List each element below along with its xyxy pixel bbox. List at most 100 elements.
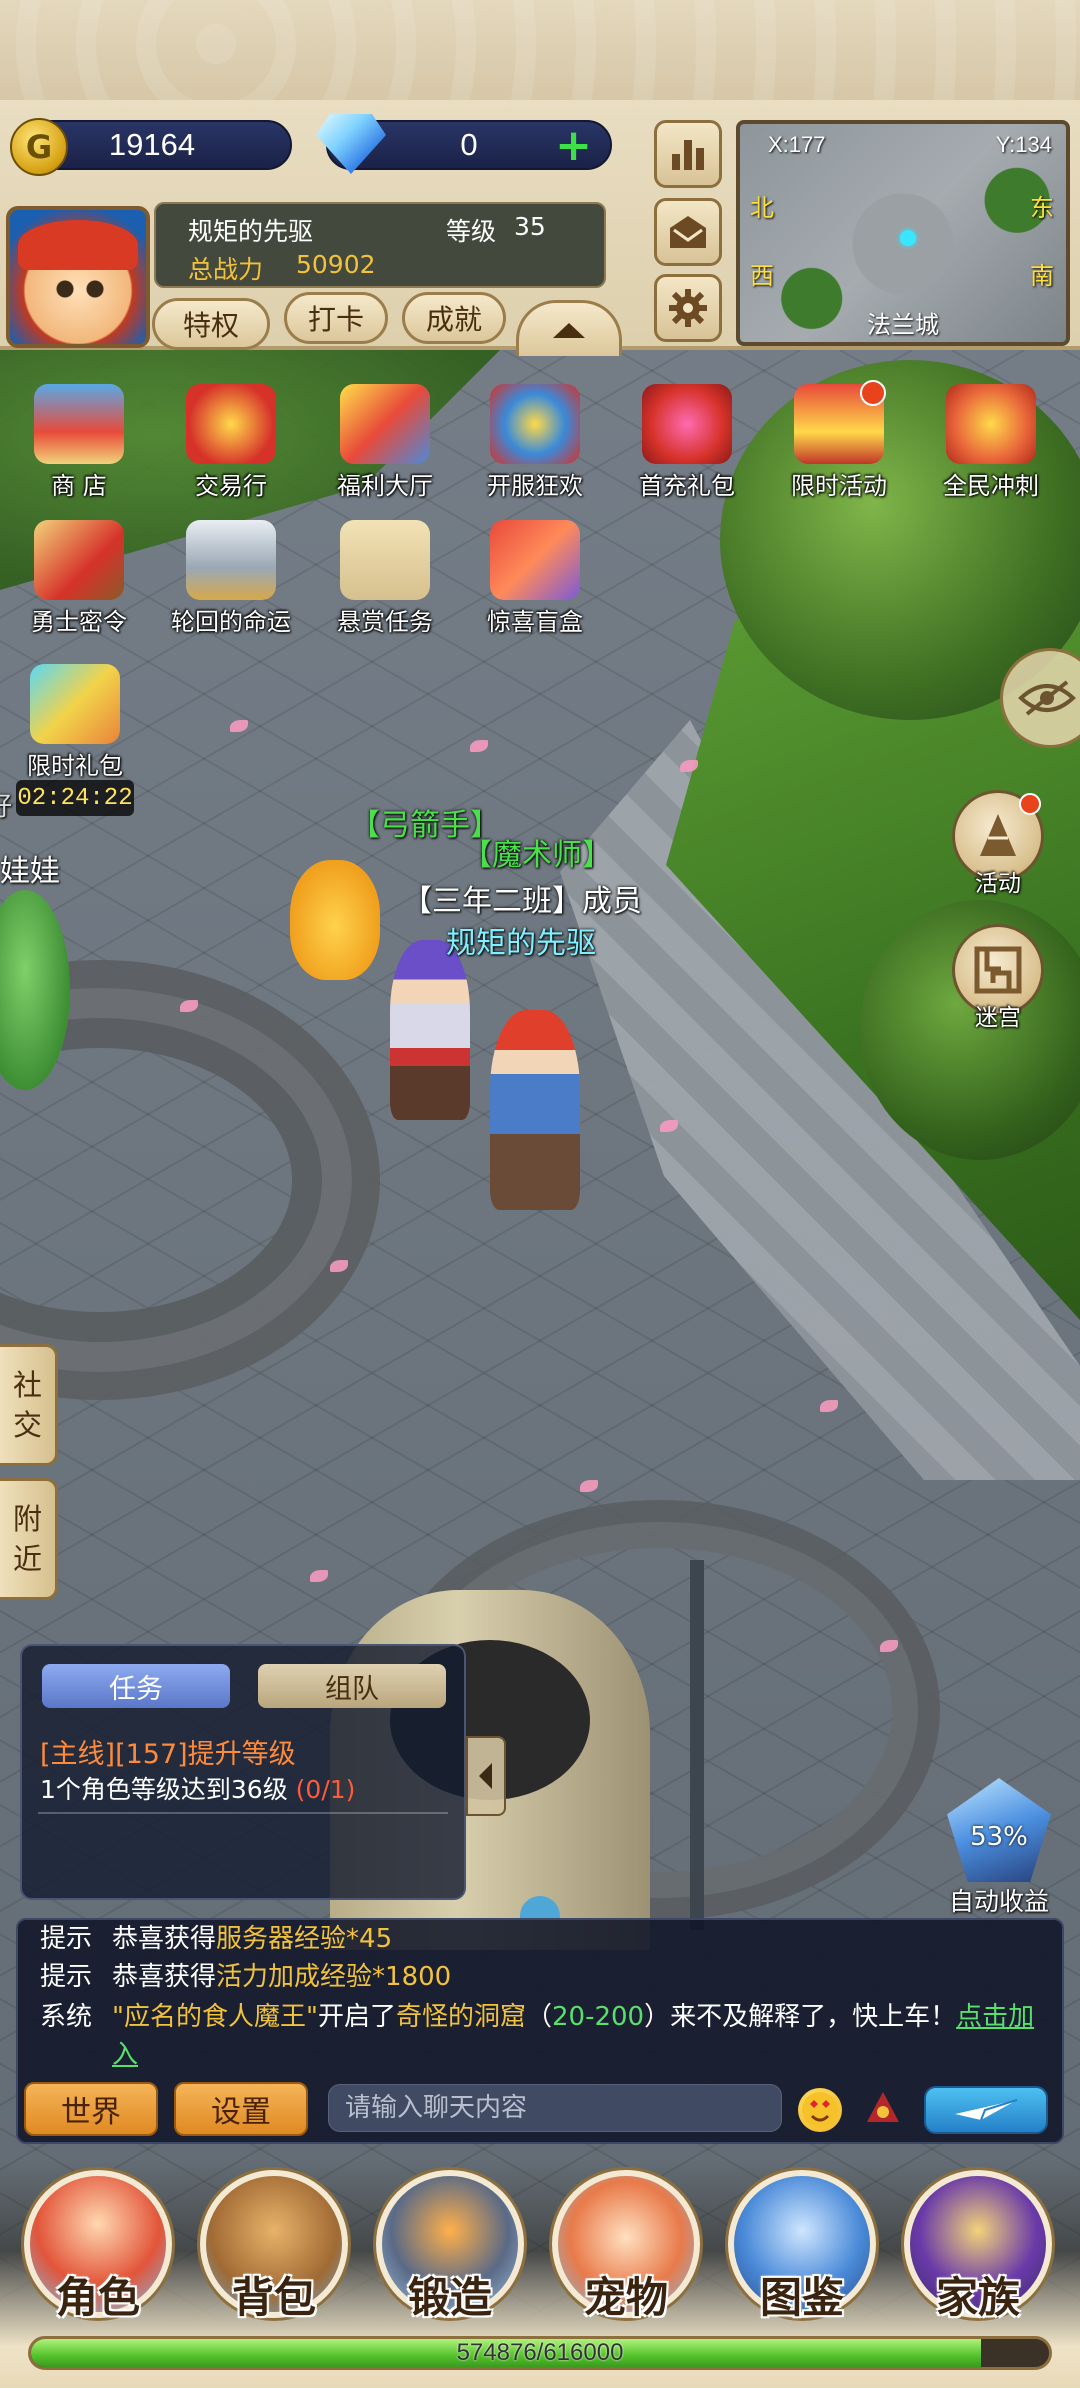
event-button[interactable]: 活动 — [952, 790, 1044, 898]
player-location-dot — [900, 230, 916, 246]
activity-label: 全民冲刺 — [943, 472, 1039, 500]
mail-icon — [670, 216, 706, 248]
collapse-quest-button[interactable] — [466, 1736, 506, 1816]
activity-warrior-order[interactable]: 勇士密令 — [14, 520, 144, 637]
quest-panel: 任务 组队 [主线][157]提升等级 1个角色等级达到36级 (0/1) — [20, 1644, 466, 1900]
privilege-button[interactable]: 特权 — [152, 298, 270, 350]
player-character[interactable] — [490, 1010, 580, 1210]
emoji-icon[interactable] — [798, 2088, 842, 2132]
checkin-button[interactable]: 打卡 — [284, 292, 388, 344]
nearby-tab[interactable]: 附 近 — [0, 1478, 58, 1600]
petal — [580, 1480, 598, 1492]
nav-label: 锻造 — [407, 2273, 492, 2322]
heart-eyes-emoji-icon — [802, 2092, 838, 2128]
shop-cart-icon — [34, 384, 124, 464]
divider — [38, 1812, 448, 1814]
nav-family[interactable]: 家族 — [898, 2170, 1058, 2325]
nav-codex[interactable]: 图鉴 — [722, 2170, 882, 2325]
chat-highlight: 服务器经验*45 — [216, 1924, 393, 1954]
activity-welfare[interactable]: 福利大厅 — [320, 384, 450, 501]
chat-line-kind: 提示 — [40, 1924, 93, 1954]
activity-label: 悬赏任务 — [337, 608, 433, 636]
nav-forge[interactable]: 锻造 — [370, 2170, 530, 2325]
activity-limited-pack[interactable]: 限时礼包 — [10, 664, 140, 781]
tab-team[interactable]: 组队 — [258, 1664, 446, 1708]
social-tab-char: 交 — [12, 1408, 42, 1442]
join-link[interactable]: 点击加 — [956, 2002, 1034, 2032]
quest-description[interactable]: 1个角色等级达到36级 (0/1) — [40, 1770, 355, 1806]
companion-class-tag: 【魔术师】 — [462, 838, 612, 873]
activity-shop[interactable]: 商 店 — [14, 384, 144, 501]
sprint-icon — [946, 384, 1036, 464]
social-tab[interactable]: 社 交 — [0, 1344, 58, 1466]
send-button[interactable] — [924, 2086, 1048, 2134]
activity-celebration[interactable]: 开服狂欢 — [470, 384, 600, 501]
red-packet-icon — [867, 2092, 899, 2122]
player-avatar[interactable] — [6, 206, 150, 348]
activity-label: 开服狂欢 — [487, 472, 583, 500]
petal — [470, 740, 488, 752]
achievement-button[interactable]: 成就 — [402, 292, 506, 344]
chat-input[interactable] — [328, 2084, 782, 2132]
maze-button[interactable]: 迷宫 — [952, 924, 1044, 1032]
diamond-value: 0 — [460, 127, 478, 162]
red-packet-button[interactable] — [858, 2086, 908, 2134]
minimap[interactable]: X:177 Y:134 北 东 西 南 法兰城 — [736, 120, 1070, 346]
settings-button[interactable] — [654, 274, 722, 342]
chat-line: 入 — [112, 2034, 138, 2071]
experience-text: 574876/616000 — [456, 2339, 624, 2366]
quest-title[interactable]: [主线][157]提升等级 — [40, 1732, 296, 1771]
add-diamond-button[interactable]: + — [555, 124, 592, 168]
paper-plane-icon — [955, 2099, 1018, 2121]
nav-backpack[interactable]: 背包 — [194, 2170, 354, 2325]
minimap-y: Y:134 — [995, 132, 1052, 157]
join-link[interactable]: 入 — [112, 2040, 138, 2070]
npc-name-partial: 好 — [0, 786, 12, 823]
chat-text: 恭喜获得 — [112, 1962, 217, 1992]
chevron-up-icon — [553, 322, 585, 338]
activity-fate[interactable]: 轮回的命运 — [166, 520, 296, 637]
warrior-order-icon — [34, 520, 124, 600]
chat-highlight: 奇怪的洞窟 — [395, 2002, 526, 2032]
social-tab-char: 社 — [12, 1368, 42, 1402]
activity-limited-event[interactable]: 限时活动 — [774, 380, 904, 501]
fate-castle-icon — [186, 520, 276, 600]
player-name-tag: 规矩的先驱 — [446, 926, 596, 961]
activity-mystery-box[interactable]: 惊喜盲盒 — [470, 520, 600, 637]
nav-character[interactable]: 角色 — [18, 2170, 178, 2325]
limited-pack-icon — [30, 664, 120, 744]
nav-label: 背包 — [231, 2273, 316, 2322]
level-label: 等级 — [446, 217, 497, 246]
player-name: 规矩的先驱 — [188, 217, 314, 246]
gold-value: 19164 — [108, 127, 196, 162]
quest-progress: (0/1) — [295, 1775, 356, 1804]
activity-bounty[interactable]: 悬赏任务 — [320, 520, 450, 637]
eye-slash-icon — [1018, 680, 1076, 716]
tab-task[interactable]: 任务 — [42, 1664, 230, 1708]
nav-pet[interactable]: 宠物 — [546, 2170, 706, 2325]
crystal-icon: 53% — [947, 1778, 1051, 1882]
wanted-poster-icon — [340, 520, 430, 600]
activity-trade[interactable]: 交易行 — [166, 384, 296, 501]
chat-settings-button[interactable]: 设置 — [174, 2082, 308, 2136]
chat-text: ）来不及解释了，快上车！ — [644, 2002, 957, 2032]
activity-first-recharge[interactable]: 首充礼包 — [622, 384, 752, 501]
pet-fox[interactable] — [290, 860, 380, 980]
chat-text: 恭喜获得 — [112, 1924, 217, 1954]
world-channel-button[interactable]: 世界 — [24, 2082, 158, 2136]
chat-line: 提示 恭喜获得活力加成经验*1800 — [40, 1956, 451, 1993]
npc-name-partial: 娃娃 — [0, 854, 60, 889]
ranking-button[interactable] — [654, 120, 722, 188]
notification-dot — [860, 380, 886, 406]
activity-sprint[interactable]: 全民冲刺 — [926, 384, 1056, 501]
minimap-east: 东 — [1030, 194, 1054, 222]
auto-income-button[interactable]: 53% 自动收益 — [940, 1778, 1058, 1918]
mail-button[interactable] — [654, 198, 722, 266]
companion-mage[interactable] — [390, 940, 470, 1120]
experience-bar: 574876/616000 — [28, 2336, 1052, 2370]
gold-counter: G 19164 — [10, 118, 292, 176]
collapse-hud-button[interactable] — [516, 300, 622, 356]
trade-scale-icon — [186, 384, 276, 464]
chat-line-kind: 系统 — [40, 2002, 93, 2032]
player-info-panel: 规矩的先驱 等级 35 总战力 50902 — [154, 202, 606, 288]
